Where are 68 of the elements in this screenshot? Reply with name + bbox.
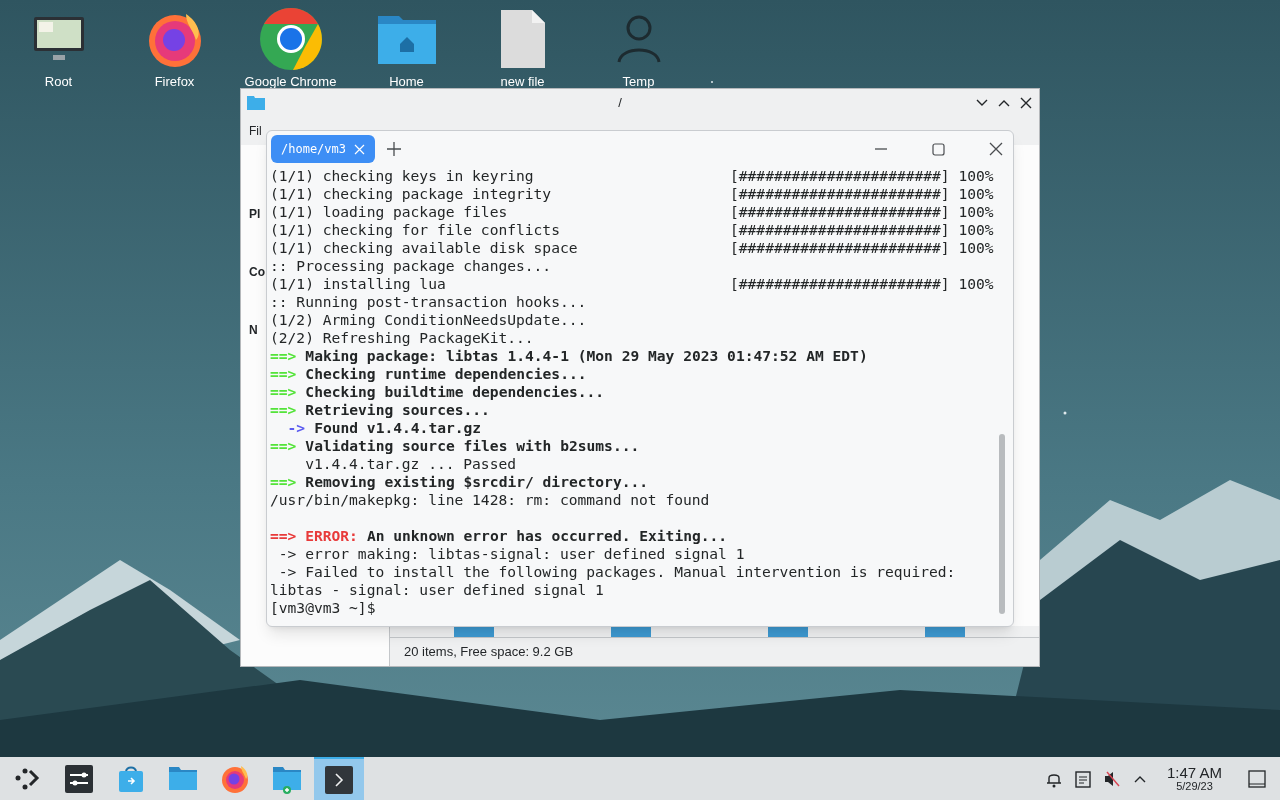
- progress-text: [#######################] 100%: [730, 185, 994, 203]
- terminal-text: libtas - signal: user defined signal 1: [270, 581, 604, 599]
- show-desktop-icon[interactable]: [1248, 769, 1266, 788]
- shopping-bag-icon: [118, 764, 144, 793]
- terminal-text: An unknown error has occurred. Exiting...: [366, 527, 728, 545]
- muted-speaker-icon[interactable]: [1102, 769, 1121, 788]
- icon-label[interactable]: Temp: [622, 74, 655, 90]
- terminal-text: :: Running post-transaction hooks...: [270, 293, 587, 311]
- terminal-text: Making package: libtas 1.4.4-1 (Mon 29 May 2023 01:47:52 AM EDT): [305, 347, 868, 365]
- new-tab-icon[interactable]: [387, 142, 402, 156]
- terminal-icon: [325, 765, 353, 794]
- terminal-text: ==>: [270, 383, 297, 401]
- icon-label[interactable]: new file: [500, 74, 545, 90]
- terminal-text: Validating source files with b2sums...: [305, 437, 640, 455]
- icon-label[interactable]: Root: [44, 74, 73, 90]
- terminal-text: -> Failed to install the following packages. Manual intervention is required:: [277, 563, 956, 581]
- close-icon[interactable]: [989, 142, 1003, 156]
- terminal-text: ==>: [270, 473, 297, 491]
- clipboard-icon[interactable]: [1074, 769, 1091, 788]
- icon-label[interactable]: Firefox: [154, 74, 195, 90]
- sidebar-heading: N: [249, 322, 258, 339]
- clock-date: 5/29/23: [1176, 781, 1213, 792]
- chrome-icon: [258, 7, 323, 71]
- terminal-text: -> error making: libtas-signal: user defined signal 1: [277, 545, 745, 563]
- terminal-text: (1/2) Arming ConditionNeedsUpdate...: [270, 311, 587, 329]
- terminal-text: (2/2) Refreshing PackageKit...: [270, 329, 534, 347]
- terminal-text: [vm3@vm3 ~]$: [270, 599, 376, 617]
- terminal-text: ->: [286, 419, 306, 437]
- clock-time: 1:47 AM: [1166, 765, 1222, 780]
- terminal-text: ==>: [270, 437, 297, 455]
- terminal-text: Removing existing $srcdir/ directory...: [305, 473, 649, 491]
- terminal-text: (1/1) installing lua: [270, 275, 446, 293]
- progress-text: [#######################] 100%: [730, 167, 994, 185]
- taskbar-button[interactable]: [314, 757, 364, 800]
- terminal-text: (1/1) checking available disk space: [270, 239, 578, 257]
- terminal-text: :: Processing package changes...: [270, 257, 552, 275]
- terminal-text: ==> ERROR:: [270, 527, 358, 545]
- terminal-text: (1/1) checking keys in keyring: [270, 167, 534, 185]
- terminal-text: (1/1) loading package files: [270, 203, 508, 221]
- menu-item[interactable]: Fil: [249, 122, 262, 140]
- clock[interactable]: 1:47 AM 5/29/23: [1166, 765, 1222, 792]
- close-icon[interactable]: [1019, 96, 1033, 110]
- file-icon: [499, 9, 546, 69]
- icon-label[interactable]: Google Chrome: [244, 74, 337, 90]
- sidebar-heading: Pl: [249, 206, 261, 223]
- sidebar-heading: Co: [249, 264, 265, 281]
- progress-text: [#######################] 100%: [730, 221, 994, 239]
- firefox-icon: [220, 763, 250, 794]
- monitor-icon: [32, 15, 85, 63]
- progress-text: [#######################] 100%: [730, 275, 994, 293]
- terminal-text: ==>: [270, 365, 297, 383]
- terminal-text: (1/1) checking package integrity: [270, 185, 552, 203]
- sliders-icon: [65, 764, 93, 793]
- terminal-text: Checking runtime dependencies...: [305, 365, 587, 383]
- terminal-text: ==>: [270, 347, 297, 365]
- icon-label[interactable]: Home: [389, 74, 424, 90]
- window-title: /: [617, 94, 623, 113]
- terminal-text: Found v1.4.4.tar.gz: [314, 419, 482, 437]
- terminal-text: Retrieving sources...: [305, 401, 490, 419]
- terminal-text: ==>: [270, 401, 297, 419]
- progress-text: [#######################] 100%: [730, 203, 994, 221]
- status-bar-text: 20 items, Free space: 9.2 GB: [404, 643, 574, 662]
- user-icon: [615, 14, 662, 64]
- terminal-text: (1/1) checking for file conflicts: [270, 221, 560, 239]
- progress-text: [#######################] 100%: [730, 239, 994, 257]
- terminal-text: v1.4.4.tar.gz ... Passed: [304, 455, 516, 473]
- terminal-text: Checking buildtime dependencies...: [305, 383, 605, 401]
- terminal-text: /usr/bin/makepkg: line 1428: rm: command not found: [270, 491, 710, 509]
